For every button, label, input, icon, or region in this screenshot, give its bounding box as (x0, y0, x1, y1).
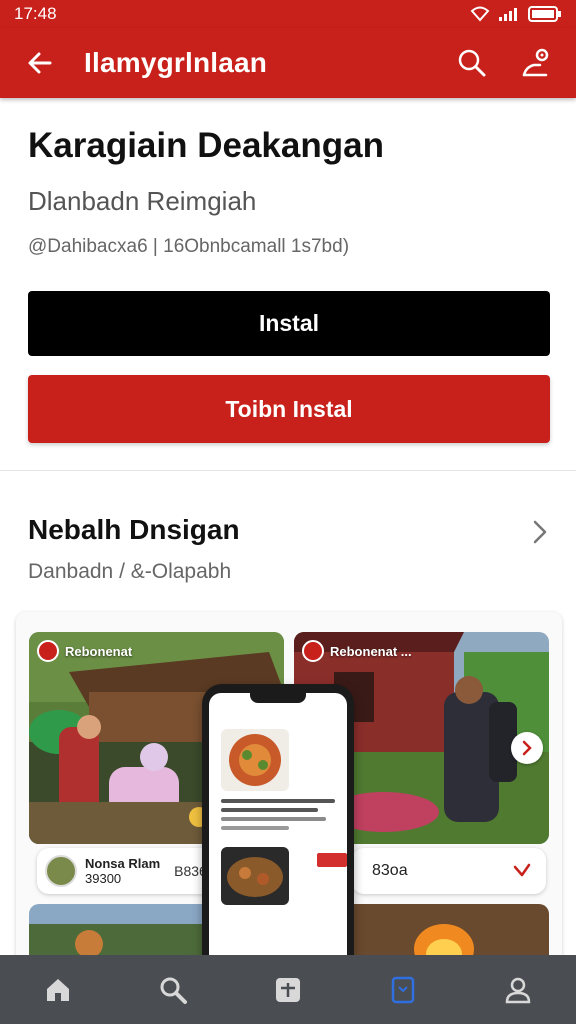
app-bar-title: Ilamygrlnlaan (84, 47, 268, 78)
developer-name[interactable]: Dlanbadn Reimgiah (28, 186, 256, 217)
recipe-label: 83oa (372, 862, 408, 879)
card-label: Rebonenat (37, 640, 132, 662)
recipe-info-strip[interactable]: 83oa (352, 848, 546, 894)
chevron-right-icon[interactable] (526, 518, 554, 546)
arrow-left-icon (28, 52, 52, 74)
back-button[interactable] (18, 41, 62, 85)
nav-home[interactable] (28, 960, 88, 1020)
share-button[interactable] (514, 41, 558, 85)
plus-square-icon (275, 977, 300, 1002)
install-button[interactable]: Instal (28, 291, 550, 356)
avatar (45, 855, 77, 887)
brand-logo-icon (37, 640, 59, 662)
app-meta: @Dahibacxa6 | 16Obnbcamall 1s7bd) (28, 236, 350, 257)
signal-icon (499, 8, 517, 21)
status-time: 17:48 (14, 4, 57, 23)
status-icons (470, 6, 562, 22)
recipe-name: Nonsa Rlam (85, 856, 161, 871)
profile-icon (506, 977, 531, 1003)
recipe-text-lines (221, 799, 335, 835)
food-dish-image (221, 729, 289, 791)
check-arrow-icon[interactable] (512, 861, 532, 881)
bookmark-icon (391, 976, 415, 1003)
share-pin-icon (522, 48, 549, 77)
divider (0, 470, 576, 471)
phone-notch (250, 693, 306, 703)
search-icon (160, 977, 187, 1004)
nav-add[interactable] (258, 960, 318, 1020)
next-screenshot-button[interactable] (511, 732, 543, 764)
food-dish-image (221, 847, 289, 905)
nav-search[interactable] (143, 960, 203, 1020)
search-icon (458, 49, 486, 77)
phone-mockup (202, 684, 354, 972)
price-tag (317, 853, 347, 867)
status-bar: 17:48 (0, 0, 576, 28)
search-button[interactable] (450, 41, 494, 85)
screenshot-gallery[interactable]: Rebonenat Rebonenat ... Nonsa Rlam 39300… (16, 612, 562, 972)
card-label: Rebonenat ... (302, 640, 412, 662)
section-subtitle: Danbadn / &-Olapabh (28, 560, 232, 583)
phone-screen (209, 693, 347, 972)
app-name: Karagiain Deakangan (28, 126, 384, 165)
home-icon (46, 978, 69, 1001)
battery-icon (528, 6, 561, 22)
bottom-nav (0, 955, 576, 1024)
chevron-right-icon (522, 740, 532, 756)
brand-logo-icon (302, 640, 324, 662)
recipe-info-text: Nonsa Rlam 39300 (85, 856, 160, 886)
app-bar: Ilamygrlnlaan (0, 28, 576, 98)
nav-profile[interactable] (488, 960, 548, 1020)
trial-install-button[interactable]: Toibn Instal (28, 375, 550, 443)
recipe-sub: 39300 (85, 871, 122, 886)
nav-bookmarks[interactable] (373, 960, 433, 1020)
wifi-icon (470, 6, 490, 22)
section-title[interactable]: Nebalh Dnsigan (28, 514, 240, 546)
